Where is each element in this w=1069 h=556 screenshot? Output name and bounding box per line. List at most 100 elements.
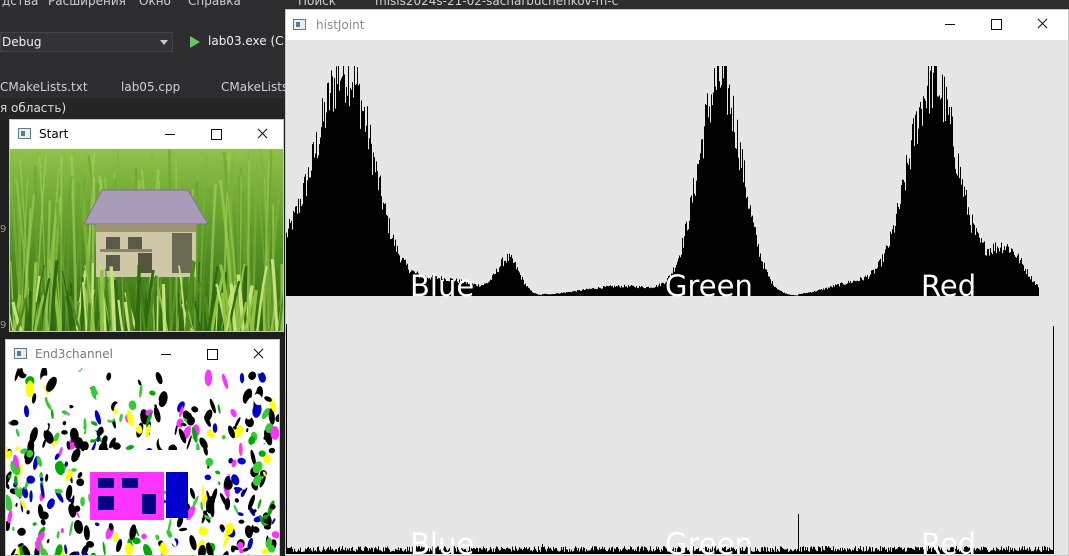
histogram-bar xyxy=(373,152,374,296)
histogram-bar xyxy=(768,551,769,554)
search-box[interactable]: Поиск xyxy=(298,0,336,8)
histogram-bar xyxy=(519,272,520,296)
maximize-button[interactable] xyxy=(193,120,239,148)
histogram-bar xyxy=(783,292,784,296)
menu-item-tools[interactable]: дства xyxy=(2,0,38,8)
histogram-bar xyxy=(365,546,366,554)
histogram-bar xyxy=(877,549,878,554)
histogram-bar xyxy=(327,548,328,554)
tab-cmakelists-2[interactable]: CMakeLists. xyxy=(221,80,292,94)
histogram-bar xyxy=(521,548,522,554)
histogram-bar xyxy=(490,547,491,554)
histogram-bar xyxy=(540,551,541,554)
histogram-bar xyxy=(499,550,500,554)
histogram-bar xyxy=(654,287,655,296)
close-button[interactable] xyxy=(239,120,283,148)
histogram-bar xyxy=(1023,265,1024,296)
histogram-bar xyxy=(1015,256,1016,296)
close-button[interactable] xyxy=(1019,10,1065,38)
tab-cmakelists[interactable]: CMakeLists.txt xyxy=(0,80,88,94)
histogram-bar xyxy=(896,213,897,296)
histogram-bar xyxy=(307,547,308,554)
histogram-bar xyxy=(828,546,829,554)
close-button[interactable] xyxy=(235,340,279,368)
histogram-bar xyxy=(595,288,596,296)
histogram-bar xyxy=(520,548,521,554)
histogram-bar xyxy=(562,549,563,554)
histogram-bar xyxy=(331,70,332,296)
histogram-bar xyxy=(581,290,582,296)
histogram-bar xyxy=(907,162,908,296)
histogram-bar xyxy=(725,66,726,296)
histogram-bar xyxy=(790,549,791,554)
histogram-bar xyxy=(781,546,782,554)
histogram-bar xyxy=(577,550,578,554)
histogram-bar xyxy=(315,550,316,554)
histogram-bar xyxy=(287,237,288,296)
histogram-bar xyxy=(796,550,797,554)
histogram-bar xyxy=(638,288,639,296)
histogram-bar xyxy=(478,284,479,296)
maximize-button[interactable] xyxy=(189,340,235,368)
histogram-bar xyxy=(1013,251,1014,296)
histogram-bar xyxy=(783,548,784,554)
histogram-bar xyxy=(1030,279,1031,296)
minimize-button[interactable] xyxy=(143,340,189,368)
histogram-bar xyxy=(838,549,839,554)
histogram-bar xyxy=(892,229,893,296)
histogram-bar xyxy=(643,287,644,296)
histogram-bar xyxy=(306,549,307,554)
titlebar[interactable]: End3channel xyxy=(6,340,279,368)
histogram-bar xyxy=(733,95,734,296)
histogram-bar xyxy=(995,242,996,296)
minimize-button[interactable] xyxy=(147,120,193,148)
histogram-bar xyxy=(844,284,845,296)
histogram-bar xyxy=(851,551,852,554)
histogram-bar xyxy=(338,66,339,296)
histogram-bar xyxy=(1021,548,1022,554)
histogram-bar xyxy=(876,269,877,296)
tab-lab05[interactable]: lab05.cpp xyxy=(121,80,180,94)
histogram-bar xyxy=(487,551,488,554)
histogram-bar xyxy=(852,282,853,296)
histogram-bar xyxy=(517,267,518,296)
histogram-bar xyxy=(633,549,634,554)
histogram-bar xyxy=(560,550,561,554)
histogram-bar xyxy=(347,548,348,554)
run-button[interactable]: lab03.exe (C:\ xyxy=(188,33,292,51)
histogram-bar xyxy=(843,284,844,296)
histogram-bar xyxy=(789,294,790,296)
histogram-bar xyxy=(831,286,832,296)
histogram-bar xyxy=(661,548,662,554)
histogram-bar xyxy=(286,232,287,296)
histogram-bar xyxy=(812,548,813,554)
histogram-bar xyxy=(584,290,585,296)
menu-item-extensions[interactable]: Расширения xyxy=(48,0,126,8)
histogram-bar xyxy=(662,282,663,296)
histogram-bar xyxy=(302,204,303,296)
histogram-bar xyxy=(806,550,807,554)
histogram-bar xyxy=(803,293,804,296)
histogram-bar xyxy=(313,547,314,554)
histogram-bar xyxy=(589,550,590,554)
histogram-bar xyxy=(545,293,546,296)
histogram-bar xyxy=(880,546,881,554)
titlebar[interactable]: histJoint xyxy=(286,10,1068,40)
histogram-bar xyxy=(547,548,548,554)
histogram-bar xyxy=(580,290,581,296)
maximize-button[interactable] xyxy=(973,10,1019,38)
histogram-bar xyxy=(987,248,988,296)
histogram-bar xyxy=(368,149,369,296)
histogram-bar xyxy=(366,546,367,554)
histogram-bar xyxy=(712,105,713,297)
menu-item-help[interactable]: Справка xyxy=(188,0,241,8)
histogram-bar xyxy=(296,206,297,296)
histogram-bar xyxy=(338,547,339,554)
configuration-select[interactable]: Debug xyxy=(0,32,173,52)
histogram-bar xyxy=(319,144,320,296)
histogram-bar xyxy=(533,549,534,554)
histogram-bar xyxy=(649,288,650,296)
minimize-button[interactable] xyxy=(927,10,973,38)
menu-item-window[interactable]: Окно xyxy=(139,0,171,8)
titlebar[interactable]: Start xyxy=(10,120,283,148)
